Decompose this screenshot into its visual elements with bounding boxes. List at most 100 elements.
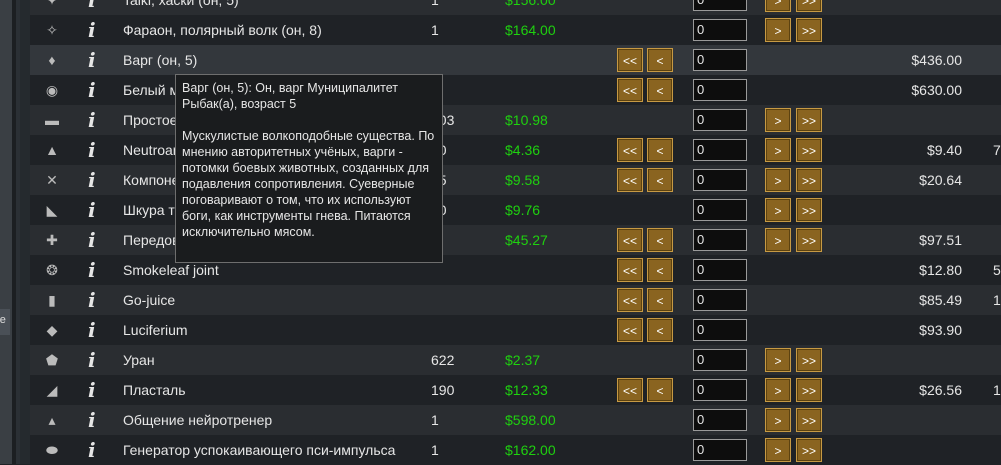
quantity-input[interactable]: 0 <box>693 19 747 41</box>
info-icon[interactable]: i <box>88 259 102 281</box>
quantity-input[interactable]: 0 <box>693 259 747 281</box>
colony-price: $9.40 <box>926 142 962 158</box>
transfer-left-button[interactable]: < <box>647 288 673 312</box>
quantity-input[interactable]: 0 <box>693 289 747 311</box>
transfer-right-button[interactable]: > <box>765 408 791 432</box>
transfer-all-right-button[interactable]: >> <box>796 228 822 252</box>
transfer-all-left-button[interactable]: << <box>617 168 643 192</box>
transfer-right-button[interactable]: > <box>765 138 791 162</box>
transfer-left-button[interactable]: < <box>647 258 673 282</box>
tooltip-body: Мускулистые волкоподобные существа. По м… <box>182 129 435 239</box>
colony-price: $436.00 <box>911 52 962 68</box>
colony-count: 14 <box>993 382 1001 398</box>
transfer-right-button[interactable]: > <box>765 228 791 252</box>
info-icon[interactable]: i <box>88 379 102 401</box>
transfer-all-left-button[interactable]: << <box>617 378 643 402</box>
transfer-all-left-button[interactable]: << <box>617 48 643 72</box>
info-icon[interactable]: i <box>88 319 102 341</box>
trade-row[interactable]: ⬟ i Уран 622 $2.37 0 > >> <box>30 345 1001 375</box>
transfer-right-button[interactable]: > <box>765 348 791 372</box>
transfer-all-right-button[interactable]: >> <box>796 0 822 12</box>
transfer-all-right-button[interactable]: >> <box>796 18 822 42</box>
uranium-icon: ⬟ <box>45 351 59 368</box>
quantity-input[interactable]: 0 <box>693 319 747 341</box>
trader-price: $45.27 <box>505 232 548 248</box>
info-icon[interactable]: i <box>88 79 102 101</box>
trade-row[interactable]: ◆ i Luciferium << <0 $93.90 <box>30 315 1001 345</box>
item-name: Общение нейротренер <box>123 412 273 428</box>
trader-count: 1 <box>431 22 439 38</box>
transfer-right-button[interactable]: > <box>765 0 791 12</box>
transfer-right-button[interactable]: > <box>765 168 791 192</box>
trade-row[interactable]: ✧ i Фараон, полярный волк (он, 8) 1 $164.00 0… <box>30 15 1001 45</box>
trader-price: $2.37 <box>505 352 541 368</box>
transfer-all-left-button[interactable]: << <box>617 78 643 102</box>
transfer-all-right-button[interactable]: >> <box>796 378 822 402</box>
info-icon[interactable]: i <box>88 139 102 161</box>
transfer-all-right-button[interactable]: >> <box>796 108 822 132</box>
transfer-right-button[interactable]: > <box>765 108 791 132</box>
trade-row[interactable]: ▮ i Go-juice << <0 $85.49 1 <box>30 285 1001 315</box>
trade-row[interactable]: ✦iTaiki, хаски (он, 5)1$156.000>>> <box>30 0 1001 15</box>
transfer-left-button[interactable]: < <box>647 168 673 192</box>
transfer-all-right-button[interactable]: >> <box>796 198 822 222</box>
trade-row[interactable]: ▴ i Общение нейротренер 1 $598.00 0 > >> <box>30 405 1001 435</box>
info-icon[interactable]: i <box>88 0 102 11</box>
transfer-left-button[interactable]: < <box>647 138 673 162</box>
transfer-all-left-button[interactable]: << <box>617 288 643 312</box>
transfer-all-left-button[interactable]: << <box>617 318 643 342</box>
transfer-right-button[interactable]: > <box>765 198 791 222</box>
quantity-input[interactable]: 0 <box>693 0 747 11</box>
info-icon[interactable]: i <box>88 49 102 71</box>
info-icon[interactable]: i <box>88 229 102 251</box>
trade-row[interactable]: ♦ i Варг (он, 5) << <0 $436.00 <box>30 45 1001 75</box>
transfer-all-left-button[interactable]: << <box>617 258 643 282</box>
transfer-left-button[interactable]: < <box>647 78 673 102</box>
trader-price: $156.00 <box>505 0 556 8</box>
transfer-right-button[interactable]: > <box>765 438 791 462</box>
trade-row[interactable]: ◢iПласталь190$12.33<<<0>>>$26.5614 <box>30 375 1001 405</box>
transfer-left-button[interactable]: < <box>647 318 673 342</box>
info-icon[interactable]: i <box>88 409 102 431</box>
transfer-left-button[interactable]: < <box>647 48 673 72</box>
transfer-right-button[interactable]: > <box>765 18 791 42</box>
transfer-all-right-button[interactable]: >> <box>796 438 822 462</box>
info-icon[interactable]: i <box>88 349 102 371</box>
item-name: Пласталь <box>123 382 186 398</box>
transfer-all-left-button[interactable]: << <box>617 138 643 162</box>
quantity-input[interactable]: 0 <box>693 109 747 131</box>
info-icon[interactable]: i <box>88 289 102 311</box>
quantity-input[interactable]: 0 <box>693 49 747 71</box>
quantity-input[interactable]: 0 <box>693 199 747 221</box>
info-icon[interactable]: i <box>88 199 102 221</box>
trader-count: 1 <box>431 442 439 458</box>
info-icon[interactable]: i <box>88 19 102 41</box>
transfer-all-right-button[interactable]: >> <box>796 138 822 162</box>
transfer-all-right-button[interactable]: >> <box>796 408 822 432</box>
transfer-all-right-button[interactable]: >> <box>796 168 822 192</box>
quantity-input[interactable]: 0 <box>693 79 747 101</box>
quantity-input[interactable]: 0 <box>693 439 747 461</box>
trade-row[interactable]: ⬬ i Генератор успокаивающего пси-импульса 1… <box>30 435 1001 465</box>
transfer-all-left-button[interactable]: << <box>617 228 643 252</box>
info-icon[interactable]: i <box>88 169 102 191</box>
transfer-left-button[interactable]: < <box>647 228 673 252</box>
colony-price: $85.49 <box>919 292 962 308</box>
info-icon[interactable]: i <box>88 109 102 131</box>
colony-price: $93.90 <box>919 322 962 338</box>
quantity-input[interactable]: 0 <box>693 349 747 371</box>
transfer-left-button[interactable]: < <box>647 378 673 402</box>
quantity-input[interactable]: 0 <box>693 139 747 161</box>
transfer-all-right-button[interactable]: >> <box>796 348 822 372</box>
quantity-input[interactable]: 0 <box>693 409 747 431</box>
psychic-soother-icon: ⬬ <box>46 441 58 458</box>
left-panel-tab[interactable]: ве <box>0 309 10 335</box>
trader-price: $9.76 <box>505 202 541 218</box>
info-icon[interactable]: i <box>88 439 102 461</box>
quantity-input[interactable]: 0 <box>693 229 747 251</box>
bottle-icon: ▲ <box>45 142 59 158</box>
quantity-input[interactable]: 0 <box>693 379 747 401</box>
quantity-input[interactable]: 0 <box>693 169 747 191</box>
colony-count: 7 <box>993 142 1001 158</box>
transfer-right-button[interactable]: > <box>765 378 791 402</box>
